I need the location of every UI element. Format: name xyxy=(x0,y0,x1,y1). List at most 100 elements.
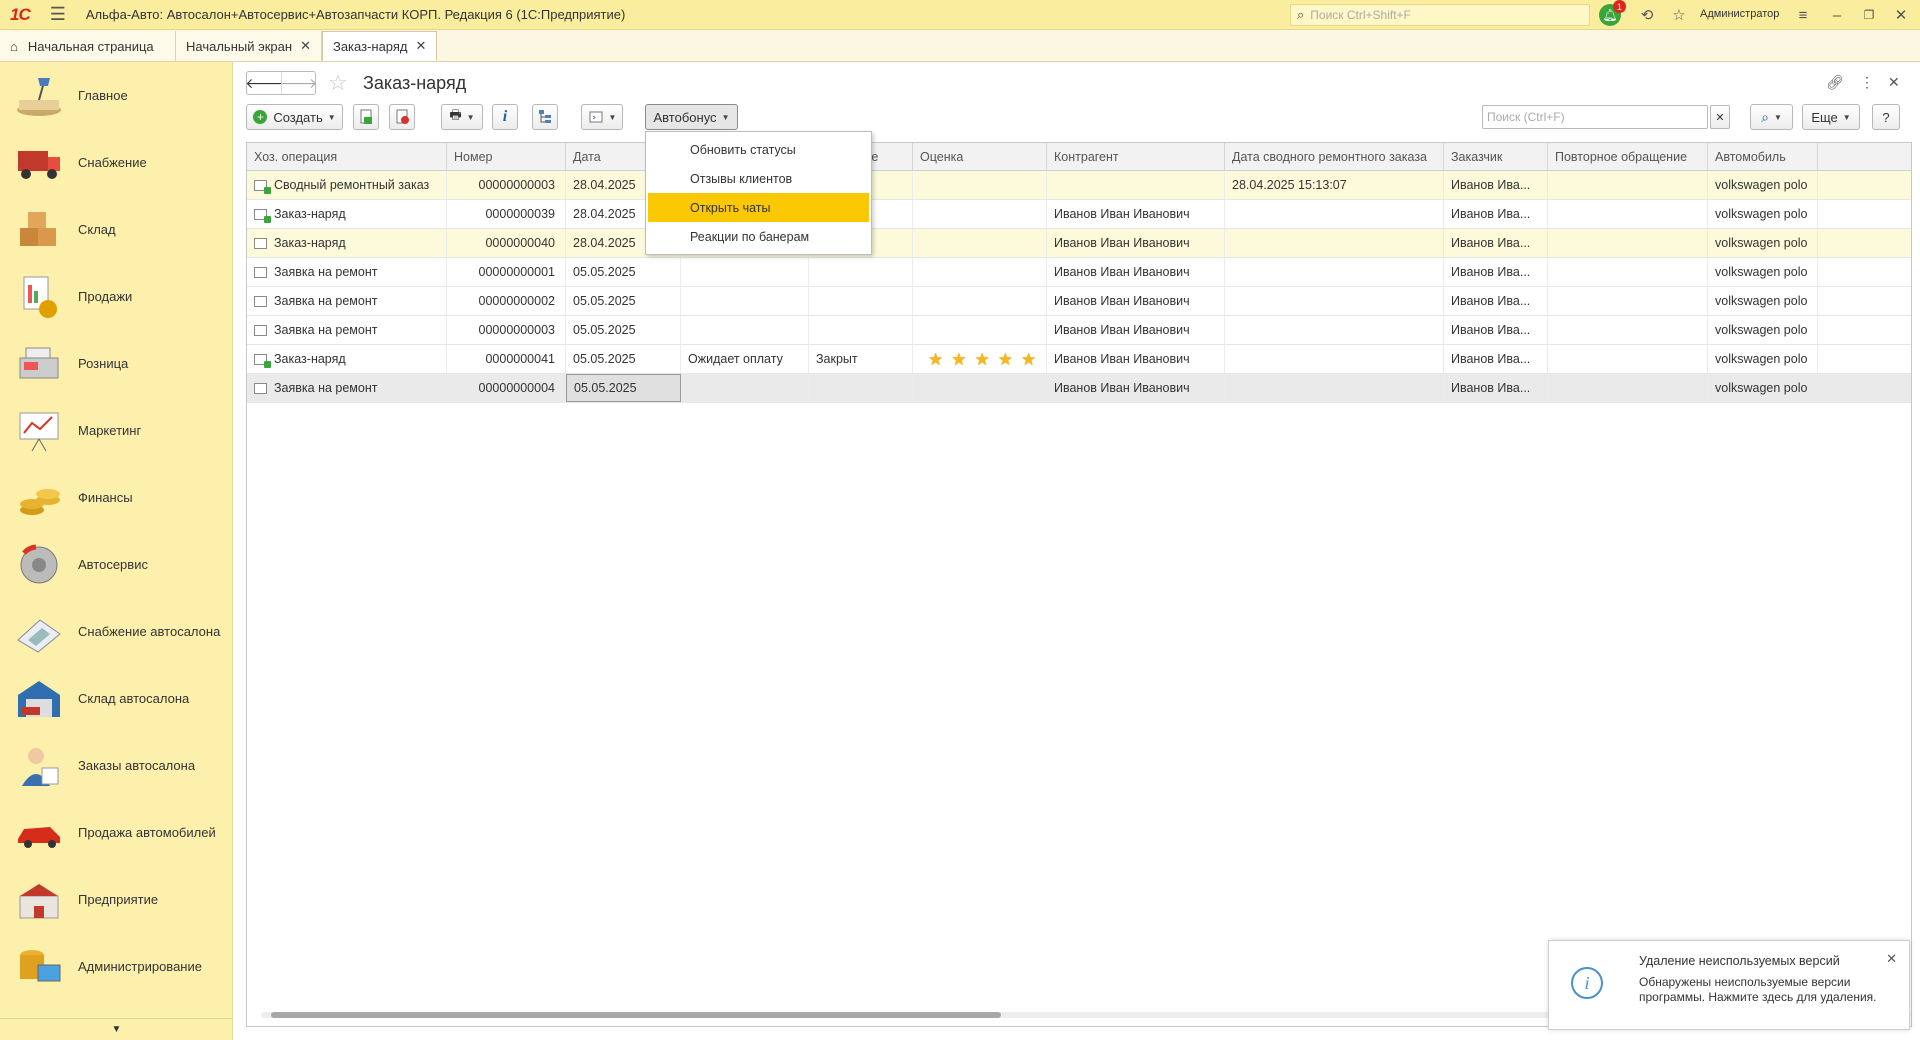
cell-car[interactable]: volkswagen polo xyxy=(1708,287,1818,315)
reports-button[interactable]: ▼ xyxy=(581,104,623,130)
cell-number[interactable]: 00000000004 xyxy=(447,374,566,402)
dropdown-item[interactable]: Отзывы клиентов xyxy=(648,164,869,193)
cell-operation[interactable]: Заказ-наряд xyxy=(247,345,447,373)
tab-home-page[interactable]: ⌂ Начальная страница xyxy=(0,31,176,61)
cell-operation[interactable]: Заявка на ремонт xyxy=(247,374,447,402)
cell-operation[interactable]: Заявка на ремонт xyxy=(247,316,447,344)
more-actions-icon[interactable]: ⋮ xyxy=(1860,74,1874,91)
cell-contractor[interactable]: Иванов Иван Иванович xyxy=(1047,316,1225,344)
cell-customer[interactable]: Иванов Ива... xyxy=(1444,229,1548,257)
cell-car[interactable]: volkswagen polo xyxy=(1708,345,1818,373)
dropdown-item[interactable]: Обновить статусы xyxy=(648,135,869,164)
cell-operation[interactable]: Сводный ремонтный заказ xyxy=(247,171,447,199)
dropdown-item[interactable]: Открыть чаты xyxy=(648,193,869,222)
sidebar-item[interactable]: Склад автосалона xyxy=(0,665,232,732)
cell-car[interactable]: volkswagen polo xyxy=(1708,229,1818,257)
restore-icon[interactable]: ❐ xyxy=(1858,4,1880,26)
header-number[interactable]: Номер xyxy=(447,143,566,170)
cell-repeat-visit[interactable] xyxy=(1548,316,1708,344)
scrollbar-thumb[interactable] xyxy=(271,1012,1001,1018)
help-button[interactable]: ? xyxy=(1872,104,1900,130)
close-tab-icon[interactable]: ✕ xyxy=(300,38,311,54)
cell-car[interactable]: volkswagen polo xyxy=(1708,258,1818,286)
info-button[interactable]: i xyxy=(492,104,518,130)
cell-number[interactable]: 00000000001 xyxy=(447,258,566,286)
list-search-input[interactable]: Поиск (Ctrl+F) xyxy=(1482,105,1708,129)
cell-operation[interactable]: Заявка на ремонт xyxy=(247,287,447,315)
tab-work-order[interactable]: Заказ-наряд ✕ xyxy=(321,31,438,61)
cell-summary-date[interactable] xyxy=(1225,200,1444,228)
more-button[interactable]: Еще ▼ xyxy=(1802,104,1860,130)
dropdown-item[interactable]: Реакции по банерам xyxy=(648,222,869,251)
cell-repeat-visit[interactable] xyxy=(1548,200,1708,228)
cell-car[interactable]: volkswagen polo xyxy=(1708,200,1818,228)
cell-car[interactable]: volkswagen polo xyxy=(1708,374,1818,402)
header-operation[interactable]: Хоз. операция xyxy=(247,143,447,170)
cell-payment-status[interactable] xyxy=(681,374,809,402)
cell-summary-date[interactable] xyxy=(1225,345,1444,373)
header-customer[interactable]: Заказчик xyxy=(1444,143,1548,170)
cell-number[interactable]: 0000000040 xyxy=(447,229,566,257)
print-button[interactable]: 🖶︎ ▼ xyxy=(441,104,483,130)
cell-repeat-visit[interactable] xyxy=(1548,345,1708,373)
cell-repeat-visit[interactable] xyxy=(1548,229,1708,257)
link-icon[interactable]: 🔗︎ xyxy=(1826,74,1844,91)
table-row[interactable]: Заказ-наряд 0000000041 05.05.2025 Ожидает о… xyxy=(247,345,1911,374)
table-row[interactable]: Заявка на ремонт 00000000003 05.05.2025 Ива… xyxy=(247,316,1911,345)
cell-state[interactable] xyxy=(809,374,913,402)
table-row[interactable]: Заявка на ремонт 00000000002 05.05.2025 Ива… xyxy=(247,287,1911,316)
table-row[interactable]: Заказ-наряд000000004028.04.2025ЗаявкаИва… xyxy=(247,229,1911,258)
delete-mark-button[interactable] xyxy=(389,104,415,130)
cell-contractor[interactable]: Иванов Иван Иванович xyxy=(1047,229,1225,257)
cell-rating[interactable] xyxy=(913,374,1047,402)
table-row[interactable]: Заявка на ремонт 00000000001 05.05.2025 Ива… xyxy=(247,258,1911,287)
cell-payment-status[interactable]: Ожидает оплату xyxy=(681,345,809,373)
history-icon[interactable]: ⟲ xyxy=(1636,4,1658,26)
cell-operation[interactable]: Заказ-наряд xyxy=(247,200,447,228)
notification-popup[interactable]: i Удаление неиспользуемых версий Обнаруж… xyxy=(1548,940,1910,1030)
cell-summary-date[interactable] xyxy=(1225,258,1444,286)
minimize-icon[interactable]: – xyxy=(1826,4,1848,26)
current-user[interactable]: Администратор xyxy=(1700,8,1779,20)
cell-contractor[interactable]: Иванов Иван Иванович xyxy=(1047,345,1225,373)
cell-number[interactable]: 00000000003 xyxy=(447,316,566,344)
cell-payment-status[interactable] xyxy=(681,258,809,286)
header-repeat-visit[interactable]: Повторное обращение xyxy=(1548,143,1708,170)
notifications-button[interactable]: 🔔︎ 1 xyxy=(1598,0,1626,26)
cell-date[interactable]: 05.05.2025 xyxy=(566,316,681,344)
cell-summary-date[interactable] xyxy=(1225,229,1444,257)
cell-rating[interactable]: ★ ★ ★ ★ ★ xyxy=(913,345,1047,373)
close-window-icon[interactable]: ✕ xyxy=(1890,4,1912,26)
cell-date[interactable]: 05.05.2025 xyxy=(566,258,681,286)
cell-operation[interactable]: Заявка на ремонт xyxy=(247,258,447,286)
table-row[interactable]: Сводный ремонтный заказ 00000000003 28.04.… xyxy=(247,171,1911,200)
cell-customer[interactable]: Иванов Ива... xyxy=(1444,345,1548,373)
cell-car[interactable]: volkswagen polo xyxy=(1708,171,1818,199)
cell-date[interactable]: 05.05.2025 xyxy=(566,374,681,402)
cell-number[interactable]: 00000000002 xyxy=(447,287,566,315)
cell-summary-date[interactable] xyxy=(1225,316,1444,344)
cell-state[interactable]: Закрыт xyxy=(809,345,913,373)
cell-payment-status[interactable] xyxy=(681,287,809,315)
cell-number[interactable]: 0000000041 xyxy=(447,345,566,373)
cell-state[interactable] xyxy=(809,258,913,286)
back-arrow-icon[interactable]: 🡐 xyxy=(245,72,283,94)
add-to-favorites-star-icon[interactable]: ☆ xyxy=(328,70,348,96)
cell-rating[interactable] xyxy=(913,316,1047,344)
sidebar-item[interactable]: Заказы автосалона xyxy=(0,732,232,799)
create-button[interactable]: + Создать ▼ xyxy=(246,104,343,130)
cell-rating[interactable] xyxy=(913,287,1047,315)
cell-state[interactable] xyxy=(809,316,913,344)
cell-summary-date[interactable] xyxy=(1225,374,1444,402)
cell-contractor[interactable] xyxy=(1047,171,1225,199)
cell-repeat-visit[interactable] xyxy=(1548,287,1708,315)
close-tab-icon[interactable]: ✕ xyxy=(416,38,427,54)
settings-menu-icon[interactable]: ≡ xyxy=(1792,4,1814,26)
notification-text[interactable]: Обнаружены неиспользуемые версии програм… xyxy=(1639,975,1889,1005)
cell-operation[interactable]: Заказ-наряд xyxy=(247,229,447,257)
header-rating[interactable]: Оценка xyxy=(913,143,1047,170)
cell-payment-status[interactable] xyxy=(681,316,809,344)
cell-customer[interactable]: Иванов Ива... xyxy=(1444,316,1548,344)
copy-document-button[interactable] xyxy=(353,104,379,130)
cell-rating[interactable] xyxy=(913,171,1047,199)
